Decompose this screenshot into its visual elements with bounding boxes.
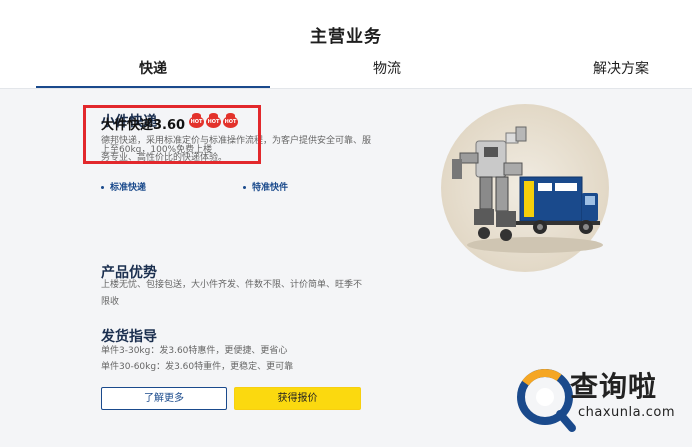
bullet-standard-express[interactable]: 标准快递 (101, 180, 146, 193)
hot-badge-label: HOT (190, 119, 203, 125)
large-parcel-subtitle: 上至60kg，100%免费上楼 (101, 145, 213, 155)
tab-solutions[interactable]: 解决方案 (504, 56, 692, 86)
hot-badge: HOT (189, 113, 204, 128)
watermark-brand: 查询啦 (570, 370, 658, 403)
hot-badge: HOT (206, 113, 221, 128)
tab-express[interactable]: 快递 (36, 56, 270, 86)
advantages-text: 上楼无忧、包接包送，大小件齐发、件数不限、计价简单、旺季不限收 (101, 280, 363, 307)
shipping-guide-line-2: 单件30-60kg：发3.60特重件，更稳定、更可靠 (101, 362, 294, 372)
learn-more-button[interactable]: 了解更多 (101, 387, 227, 410)
get-quote-button[interactable]: 获得报价 (234, 387, 361, 410)
watermark-url: chaxunla.com (578, 405, 675, 420)
hot-badge-label: HOT (224, 119, 237, 125)
bullet-label: 特准快件 (252, 183, 289, 193)
hot-badge-label: HOT (207, 119, 220, 125)
section-title: 主营业务 (310, 27, 382, 47)
tab-logistics[interactable]: 物流 (270, 56, 504, 86)
bullet-special-express[interactable]: 特准快件 (243, 180, 288, 193)
tab-divider (0, 88, 692, 89)
bullet-label: 标准快递 (110, 183, 147, 193)
shipping-guide-line-1: 单件3-30kg：发3.60特惠件，更便捷、更省心 (101, 346, 288, 356)
large-parcel-title: 大件快递3.60 (101, 118, 186, 133)
bullet-dot (243, 186, 246, 189)
tab-bar: 快递 物流 解决方案 (0, 56, 692, 88)
robot-truck-illustration (441, 104, 609, 272)
hot-badge: HOT (223, 113, 238, 128)
bullet-dot (101, 186, 104, 189)
